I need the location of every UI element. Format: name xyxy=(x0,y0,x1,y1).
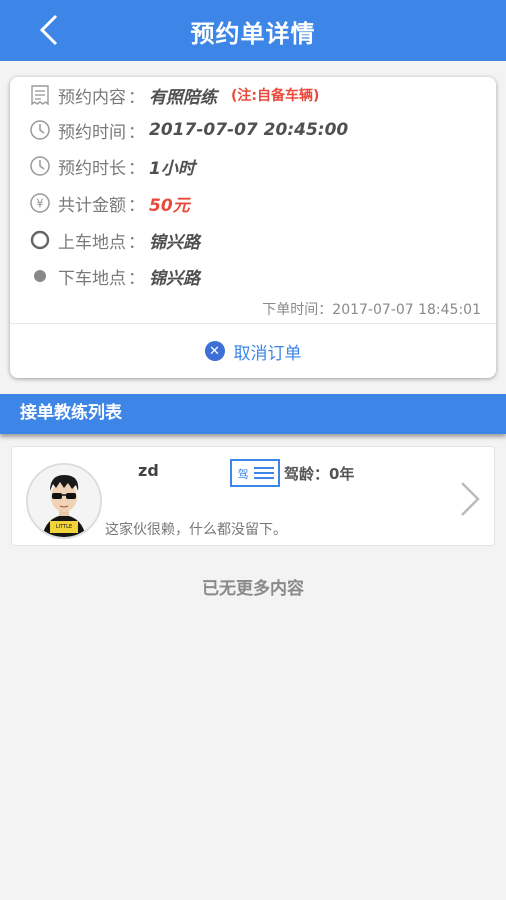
coach-list-header: 接单教练列表 xyxy=(0,394,506,434)
svg-text:驾: 驾 xyxy=(238,468,249,481)
svg-text:¥: ¥ xyxy=(36,197,44,211)
dot-icon xyxy=(28,264,52,288)
drive-age: 驾龄：0年 xyxy=(284,465,355,483)
close-circle-icon: ✕ xyxy=(204,341,225,361)
dropoff-row: 下车地点 ： 锦兴路 xyxy=(28,261,200,291)
content-label: 预约内容 xyxy=(58,87,126,108)
order-time: 下单时间：2017-07-07 18:45:01 xyxy=(262,302,481,318)
pickup-sep: ： xyxy=(128,232,145,253)
page-title: 预约单详情 xyxy=(190,20,316,48)
coach-bio: 这家伙很赖，什么都没留下。 xyxy=(105,522,287,538)
svg-text:LITTLE: LITTLE xyxy=(56,524,72,530)
pickup-label: 上车地点 xyxy=(58,232,126,253)
amount-value: 50元 xyxy=(149,195,190,216)
amount-label: 共计金额 xyxy=(58,195,126,216)
duration-sep: ： xyxy=(128,158,145,179)
order-detail-card: 预约内容 ： 有照陪练 (注:自备车辆) 预约时间 ： 2017-07-07 2… xyxy=(10,77,496,378)
yen-icon: ¥ xyxy=(28,191,52,215)
clock-icon xyxy=(28,118,52,142)
duration-label: 预约时长 xyxy=(58,158,126,179)
receipt-icon xyxy=(28,83,52,107)
cancel-order-label: 取消订单 xyxy=(233,343,302,364)
time-label: 预约时间 xyxy=(58,122,126,143)
coach-name: zd xyxy=(138,461,159,480)
app-header: 预约单详情 xyxy=(0,0,506,61)
dropoff-value: 锦兴路 xyxy=(149,268,200,289)
dropoff-sep: ： xyxy=(128,268,145,289)
content-value: 有照陪练 xyxy=(149,87,217,108)
time-row: 预约时间 ： 2017-07-07 20:45:00 xyxy=(28,115,348,145)
time-value: 2017-07-07 20:45:00 xyxy=(149,120,349,140)
chevron-right-icon xyxy=(456,479,482,519)
content-sep: ： xyxy=(128,87,145,108)
pickup-row: 上车地点 ： 锦兴路 xyxy=(28,225,200,255)
dropoff-label: 下车地点 xyxy=(58,268,126,289)
duration-value: 1小时 xyxy=(149,158,195,179)
clock-icon xyxy=(28,154,52,178)
amount-row: ¥ 共计金额 ： 50元 xyxy=(28,188,190,218)
time-sep: ： xyxy=(128,122,145,143)
ring-icon xyxy=(28,228,52,252)
avatar: LITTLE xyxy=(26,463,102,539)
content-row: 预约内容 ： 有照陪练 (注:自备车辆) xyxy=(28,80,319,110)
license-icon: 驾 xyxy=(230,459,280,487)
duration-row: 预约时长 ： 1小时 xyxy=(28,151,195,181)
amount-sep: ： xyxy=(128,195,145,216)
no-more-content: 已无更多内容 xyxy=(202,579,304,599)
coach-list-item[interactable]: LITTLE zd 驾 驾龄：0年 这家伙很赖，什么都没留下。 xyxy=(11,446,495,546)
content-note: (注:自备车辆) xyxy=(231,88,320,104)
pickup-value: 锦兴路 xyxy=(149,232,200,253)
cancel-order-button[interactable]: ✕ 取消订单 xyxy=(10,324,496,378)
